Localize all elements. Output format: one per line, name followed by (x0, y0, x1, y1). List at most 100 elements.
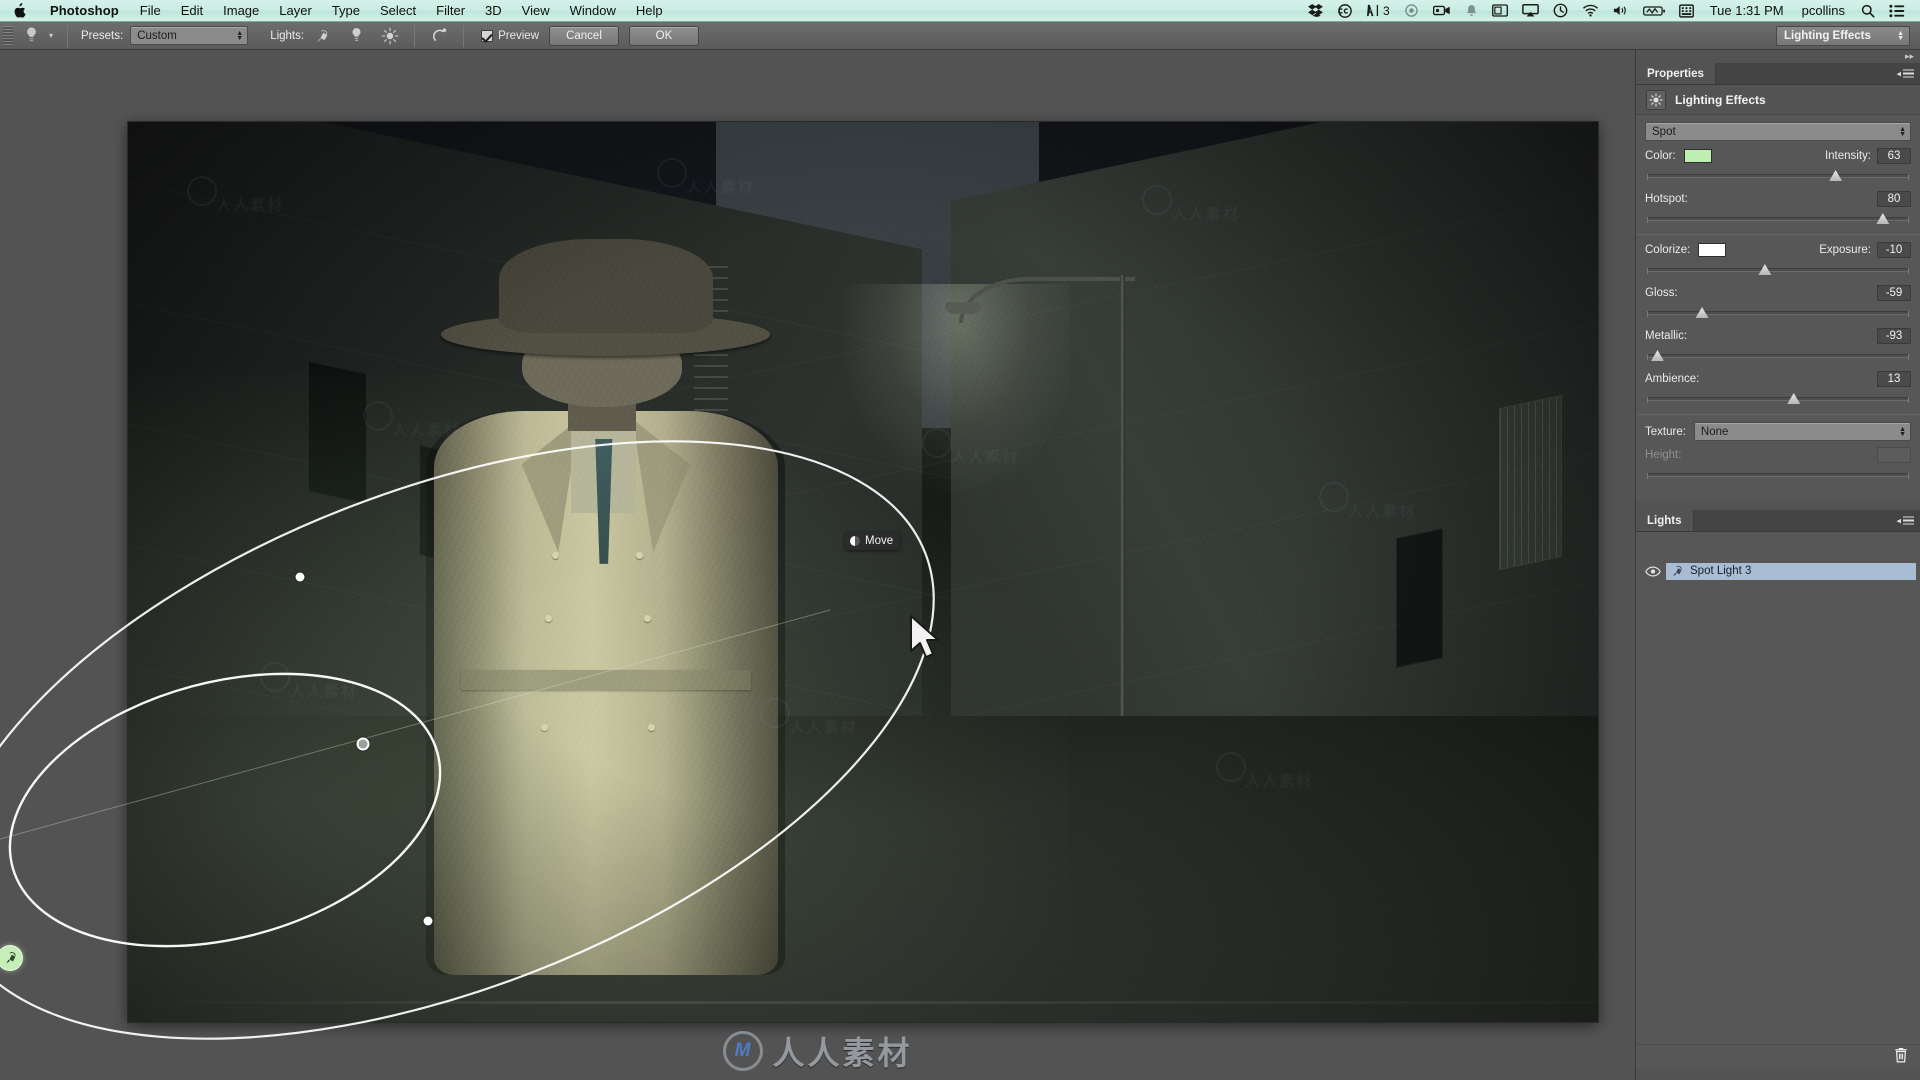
texture-row: Texture: None ▲ ▼ (1645, 422, 1911, 441)
lights-panel: Lights ◂ Spot Light 3 (1636, 510, 1920, 1068)
reset-light-icon[interactable] (424, 24, 454, 48)
search-icon[interactable] (1854, 0, 1882, 22)
menu-item-edit[interactable]: Edit (171, 0, 213, 22)
airplay-icon[interactable] (1515, 0, 1546, 22)
keyboard-icon[interactable] (1672, 0, 1701, 22)
intensity-label: Intensity: (1824, 150, 1871, 162)
gloss-slider[interactable] (1647, 306, 1909, 320)
texture-dropdown[interactable]: None ▲ ▼ (1693, 422, 1911, 441)
menu-item-filter[interactable]: Filter (426, 0, 475, 22)
webcam-icon[interactable] (1397, 0, 1426, 22)
intensity-slider[interactable] (1647, 169, 1909, 183)
slider-track (1647, 217, 1909, 223)
list-item[interactable]: Spot Light 3 (1636, 560, 1920, 582)
collapse-panels-button[interactable]: ▸▸ (1636, 50, 1920, 63)
menu-item-image[interactable]: Image (213, 0, 269, 22)
color-label: Color: (1645, 150, 1676, 162)
menu-item-help[interactable]: Help (626, 0, 673, 22)
hotspot-slider[interactable] (1647, 212, 1909, 226)
wifi-icon[interactable] (1575, 0, 1606, 22)
menu-item-window[interactable]: Window (560, 0, 626, 22)
metallic-slider[interactable] (1647, 349, 1909, 363)
lights-panel-menu-button[interactable]: ◂ (1896, 515, 1914, 526)
chevron-updown-icon: ▲ ▼ (1899, 125, 1906, 138)
gloss-value[interactable]: -59 (1877, 285, 1911, 301)
image-canvas[interactable]: 人人素材 人人素材 人人素材 人人素材 人人素材 人人素材 人人素材 人人素材 … (128, 122, 1598, 1022)
time-machine-icon[interactable] (1546, 0, 1575, 22)
properties-divider-1 (1636, 234, 1920, 235)
colorize-swatch[interactable] (1698, 243, 1727, 257)
menu-item-layer[interactable]: Layer (269, 0, 322, 22)
ambience-slider[interactable] (1647, 392, 1909, 406)
color-intensity-row: Color: Intensity: 63 (1645, 148, 1911, 164)
dropbox-icon[interactable] (1301, 0, 1330, 22)
spot-light-icon[interactable] (313, 26, 331, 46)
hotspot-row: Hotspot: 80 (1645, 191, 1911, 207)
menu-item-type[interactable]: Type (322, 0, 370, 22)
point-light-icon[interactable] (347, 26, 365, 46)
texture-label: Texture: (1645, 425, 1686, 438)
lights-label: Lights: (270, 29, 305, 42)
exposure-slider[interactable] (1647, 263, 1909, 277)
colorize-label: Colorize: (1645, 244, 1691, 256)
light-source-puck[interactable] (0, 945, 23, 971)
metallic-row: Metallic: -93 (1645, 328, 1911, 344)
apple-logo-icon[interactable] (0, 0, 39, 22)
workspace-value: Lighting Effects (1784, 29, 1871, 42)
tool-preset-chevron-down-icon[interactable]: ▾ (44, 24, 58, 48)
slider-track (1647, 174, 1909, 180)
ok-button[interactable]: OK (628, 25, 699, 46)
hotspot-value[interactable]: 80 (1877, 191, 1911, 207)
menu-user-name[interactable]: pcollins (1793, 3, 1854, 18)
hamburger-icon (1903, 69, 1914, 78)
properties-panel-menu-button[interactable]: ◂ (1896, 68, 1914, 79)
panel-dock: ▸▸ Properties ◂ Lighting Effects Spot ▲ … (1635, 50, 1920, 1080)
light-type-dropdown[interactable]: Spot ▲ ▼ (1645, 122, 1911, 141)
screen-record-icon[interactable] (1426, 0, 1458, 22)
battery-icon[interactable] (1636, 0, 1672, 22)
film-grain-overlay (128, 122, 1598, 1022)
intensity-value[interactable]: 63 (1877, 148, 1911, 164)
options-bar-grip[interactable] (3, 25, 13, 46)
preview-checkbox[interactable]: Preview (477, 29, 539, 42)
workspace-switcher[interactable]: Lighting Effects ▲ ▼ (1776, 25, 1910, 46)
cancel-button[interactable]: Cancel (548, 25, 619, 46)
ambience-value[interactable]: 13 (1877, 371, 1911, 387)
menu-item-select[interactable]: Select (370, 0, 426, 22)
creative-cloud-icon[interactable] (1330, 0, 1360, 22)
lighting-effects-tool-icon[interactable] (18, 24, 44, 48)
gloss-label: Gloss: (1645, 287, 1678, 299)
menu-bar-status-area: 3 Tue 1:31 PM pcollins (1301, 0, 1920, 22)
gloss-row: Gloss: -59 (1645, 285, 1911, 301)
properties-panel: Properties ◂ Lighting Effects Spot ▲ ▼ C… (1636, 63, 1920, 500)
infinite-light-icon[interactable] (381, 26, 399, 46)
presets-value: Custom (137, 29, 177, 42)
menu-app-name[interactable]: Photoshop (39, 0, 130, 22)
menu-item-3d[interactable]: 3D (475, 0, 512, 22)
light-list-row-name[interactable]: Spot Light 3 (1666, 562, 1916, 580)
metallic-value[interactable]: -93 (1877, 328, 1911, 344)
options-bar: ▾ Presets: Custom ▲ ▼ Lights: Preview Ca… (0, 22, 1920, 50)
tab-lights[interactable]: Lights (1636, 510, 1694, 531)
display-icon[interactable] (1485, 0, 1515, 22)
menu-item-view[interactable]: View (512, 0, 560, 22)
tab-properties[interactable]: Properties (1636, 63, 1716, 84)
checkmark-icon (481, 29, 494, 42)
volume-icon[interactable] (1606, 0, 1636, 22)
color-swatch[interactable] (1683, 149, 1712, 163)
menu-clock[interactable]: Tue 1:31 PM (1701, 3, 1793, 18)
adobe-badge-count: 3 (1383, 3, 1390, 18)
notification-center-icon[interactable] (1882, 0, 1912, 22)
ambience-label: Ambience: (1645, 373, 1700, 385)
site-watermark: M 人人素材 (722, 1028, 912, 1074)
exposure-value[interactable]: -10 (1877, 242, 1911, 258)
light-type-buttons (311, 26, 405, 46)
preview-label: Preview (498, 29, 539, 42)
adobe-app-icon[interactable]: 3 (1360, 0, 1397, 22)
presets-dropdown[interactable]: Custom ▲ ▼ (130, 26, 249, 45)
bell-icon[interactable] (1458, 0, 1485, 22)
trash-icon[interactable] (1894, 1047, 1908, 1066)
menu-item-file[interactable]: File (130, 0, 171, 22)
options-divider-2 (414, 24, 416, 47)
eye-icon[interactable] (1640, 565, 1666, 577)
